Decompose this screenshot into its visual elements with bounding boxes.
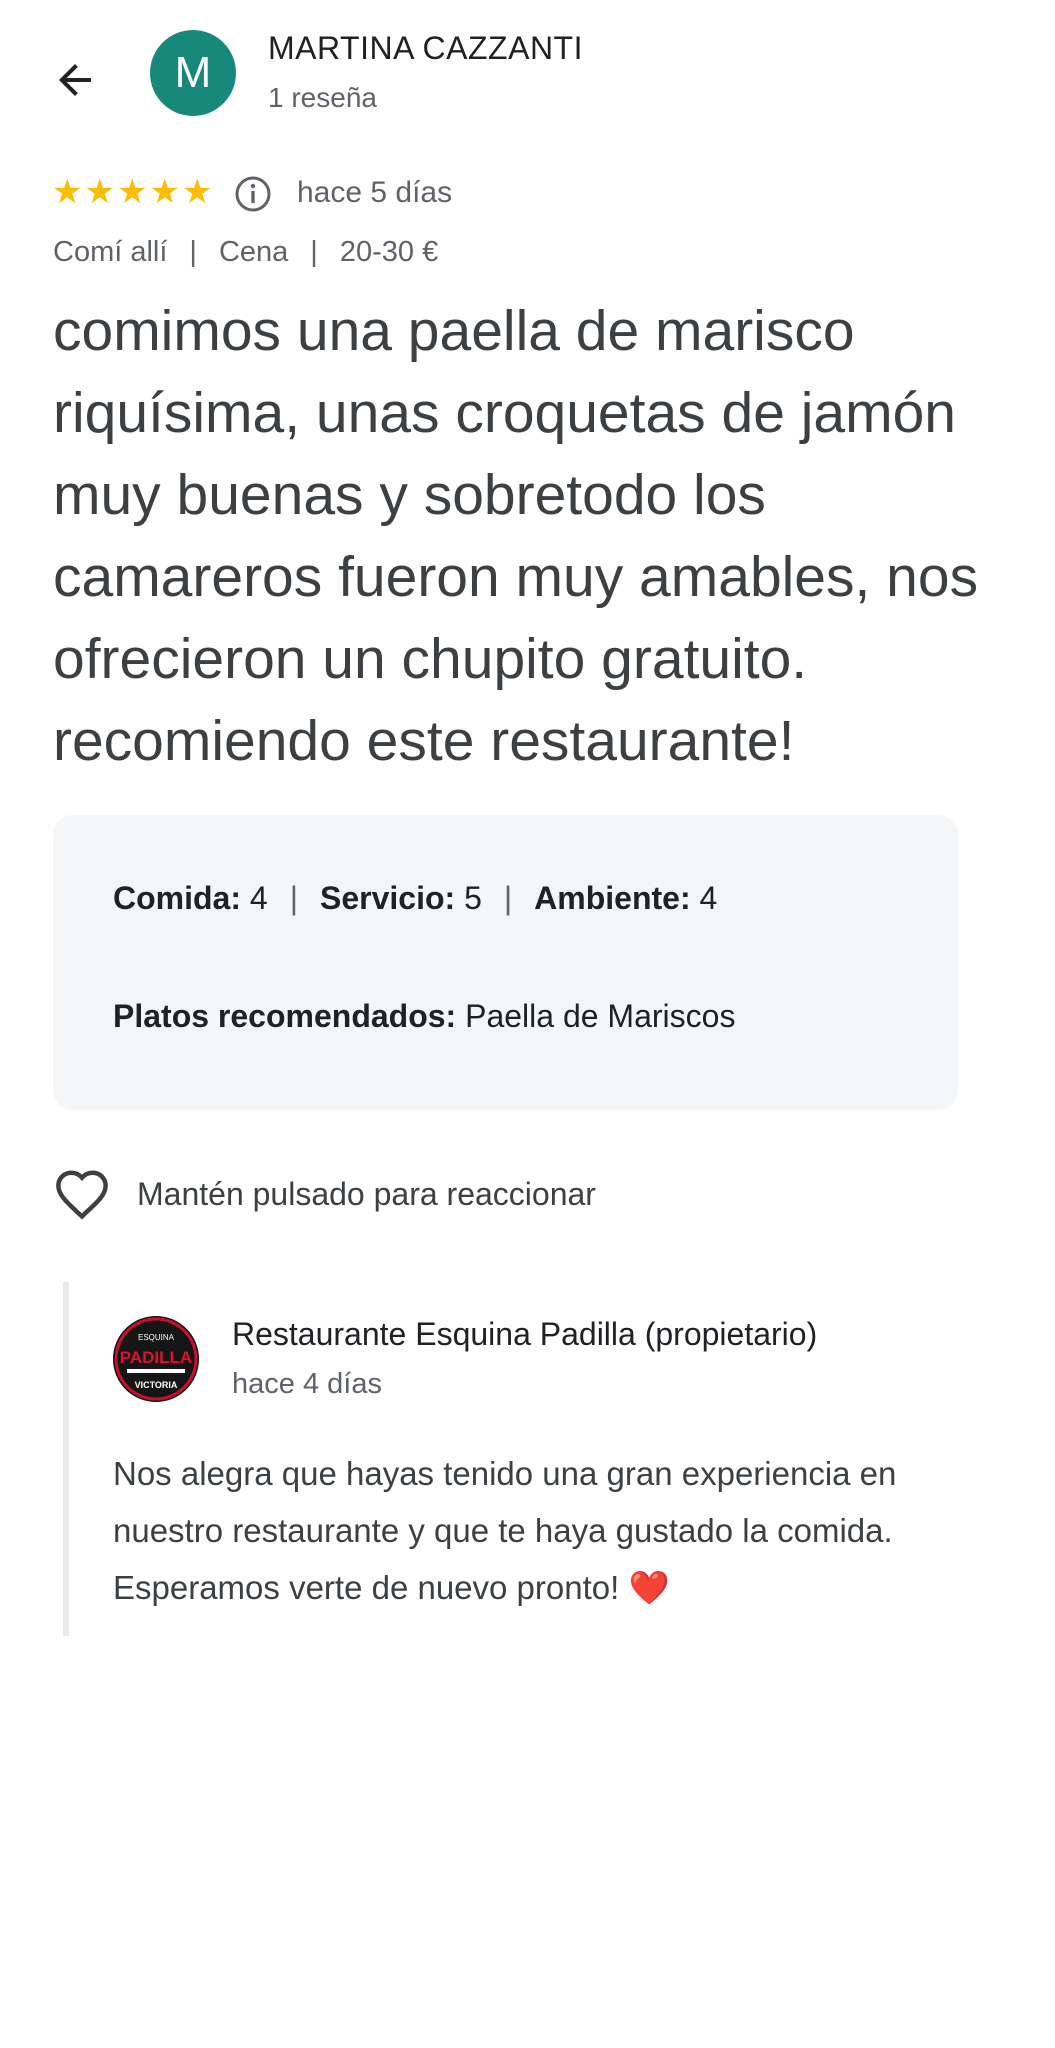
- service-label: Servicio:: [320, 880, 456, 916]
- scores-card: [53, 815, 958, 1110]
- star-icon: ★: [149, 173, 180, 211]
- arrow-back-icon: [59, 64, 91, 96]
- star-icon: ★: [116, 173, 148, 211]
- category-scores: Comida: 4 | Servicio: 5 | Ambiente: 4: [113, 880, 717, 917]
- review-meta: Comí allí | Cena | 20-30 €: [53, 236, 438, 269]
- react-button[interactable]: Mantén pulsado para reaccionar: [53, 1168, 596, 1220]
- star-icon: ★: [181, 173, 213, 211]
- score-separator: |: [289, 880, 298, 916]
- author-review-count: 1 reseña: [268, 82, 377, 113]
- review-text: comimos una paella de marisco riquísima,…: [53, 299, 979, 773]
- visit-type: Comí allí: [53, 236, 168, 268]
- ambience-score: 4: [699, 880, 718, 916]
- dishes-label: Platos recomendados:: [113, 998, 457, 1034]
- react-label: Mantén pulsado para reaccionar: [137, 1175, 596, 1212]
- star-icon: ★: [84, 173, 115, 211]
- ambience-label: Ambiente:: [534, 880, 691, 916]
- avatar-letter: M: [174, 48, 212, 97]
- review-time: hace 5 días: [297, 176, 453, 209]
- score-separator: |: [503, 880, 513, 916]
- meta-separator: |: [310, 236, 318, 268]
- owner-name: Restaurante Esquina Padilla (propietario…: [232, 1316, 818, 1352]
- dishes-value: Paella de Mariscos: [465, 998, 736, 1034]
- star-rating: ★ ★ ★ ★ ★: [52, 175, 212, 209]
- logo-text-top: ESQUINA: [138, 1333, 175, 1342]
- reply-divider: [63, 1282, 69, 1636]
- owner-reply-text: Nos alegra que hayas tenido una gran exp…: [113, 1455, 897, 1606]
- heart-outline-icon: [56, 1170, 108, 1220]
- logo-text-bottom: VICTORIA: [135, 1380, 178, 1390]
- owner-logo: ESQUINA PADILLA VICTORIA: [113, 1316, 199, 1402]
- meal-type: Cena: [218, 236, 289, 268]
- info-icon[interactable]: [233, 174, 273, 214]
- recommended-dishes: Platos recomendados: Paella de Mariscos: [113, 998, 735, 1035]
- service-score: 5: [464, 880, 482, 916]
- meta-separator: |: [189, 236, 197, 268]
- logo-text-main: PADILLA: [120, 1348, 192, 1367]
- food-score: 4: [249, 880, 268, 916]
- back-button[interactable]: [40, 45, 110, 115]
- price-range: 20-30 €: [339, 236, 439, 268]
- food-label: Comida:: [113, 880, 241, 916]
- avatar[interactable]: M: [150, 30, 236, 116]
- author-name[interactable]: MARTINA CAZZANTI: [268, 30, 583, 67]
- star-icon: ★: [52, 173, 83, 211]
- owner-reply-time: hace 4 días: [232, 1368, 382, 1400]
